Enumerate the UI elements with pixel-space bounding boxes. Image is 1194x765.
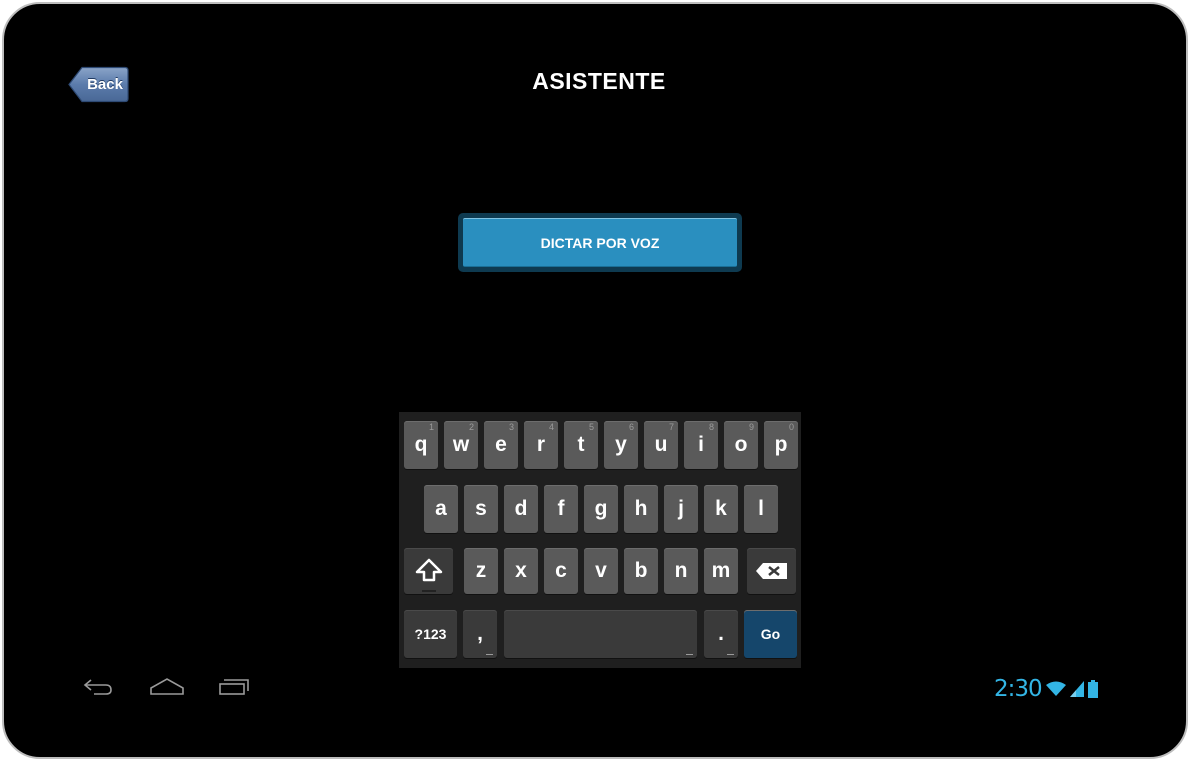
- clock: 2:30: [994, 676, 1043, 702]
- key-h[interactable]: h: [624, 485, 658, 533]
- key-x[interactable]: x: [504, 548, 538, 594]
- key-p-hint: 0: [788, 422, 794, 432]
- space-key[interactable]: [504, 610, 697, 658]
- key-r[interactable]: r4: [524, 421, 558, 469]
- key-v[interactable]: v: [584, 548, 618, 594]
- key-q[interactable]: q1: [404, 421, 438, 469]
- key-c[interactable]: c: [544, 548, 578, 594]
- back-nav-icon: [83, 679, 112, 695]
- key-u[interactable]: u7: [644, 421, 678, 469]
- key-d[interactable]: d: [504, 485, 538, 533]
- go-key[interactable]: Go: [744, 610, 797, 658]
- signal-icon: [1069, 681, 1084, 697]
- key-i-hint: 8: [708, 422, 714, 432]
- battery-icon: [1087, 680, 1098, 698]
- key-g-label: g: [594, 497, 608, 520]
- key-z[interactable]: z: [464, 548, 498, 594]
- dictate-voice-label: DICTAR POR VOZ: [463, 218, 737, 267]
- key-k[interactable]: k: [704, 485, 738, 533]
- key-y[interactable]: y6: [604, 421, 638, 469]
- key-r-hint: 4: [548, 422, 554, 432]
- key-f[interactable]: f: [544, 485, 578, 533]
- key-a-label: a: [435, 497, 447, 520]
- key-y-label: y: [615, 433, 627, 456]
- key-f-label: f: [557, 497, 565, 520]
- dictate-voice-button[interactable]: DICTAR POR VOZ: [458, 213, 742, 272]
- comma-key[interactable]: ,: [463, 610, 497, 658]
- period-key-label: .: [718, 622, 724, 645]
- backspace-icon: [755, 563, 787, 579]
- key-r-label: r: [536, 433, 546, 456]
- key-t-label: t: [577, 433, 585, 456]
- symbols-key[interactable]: ?123: [404, 610, 457, 658]
- key-n[interactable]: n: [664, 548, 698, 594]
- key-w-label: w: [452, 433, 470, 456]
- key-m-label: m: [711, 559, 731, 582]
- shift-icon: [415, 558, 442, 582]
- recent-apps-icon: [219, 679, 249, 695]
- key-l[interactable]: l: [744, 485, 778, 533]
- key-a[interactable]: a: [424, 485, 458, 533]
- wifi-icon: [1045, 681, 1066, 696]
- key-u-hint: 7: [668, 422, 674, 432]
- key-g[interactable]: g: [584, 485, 618, 533]
- key-i-label: i: [698, 433, 704, 456]
- key-c-label: c: [555, 559, 567, 582]
- key-t[interactable]: t5: [564, 421, 598, 469]
- home-nav-button[interactable]: [149, 676, 185, 698]
- key-m[interactable]: m: [704, 548, 738, 594]
- key-v-label: v: [595, 559, 607, 582]
- device-frame: Back ASISTENTE DICTAR POR VOZ ?123 , . G…: [2, 2, 1188, 759]
- key-t-hint: 5: [588, 422, 594, 432]
- key-w-hint: 2: [468, 422, 474, 432]
- key-l-label: l: [758, 497, 764, 520]
- key-q-hint: 1: [428, 422, 434, 432]
- back-nav-button[interactable]: [82, 676, 116, 698]
- key-o-hint: 9: [748, 422, 754, 432]
- backspace-key[interactable]: [747, 548, 796, 594]
- key-h-label: h: [634, 497, 648, 520]
- key-i[interactable]: i8: [684, 421, 718, 469]
- key-j-label: j: [678, 497, 684, 520]
- page-title: ASISTENTE: [532, 68, 666, 94]
- key-x-label: x: [515, 559, 527, 582]
- key-k-label: k: [715, 497, 727, 520]
- period-key[interactable]: .: [704, 610, 738, 658]
- key-s[interactable]: s: [464, 485, 498, 533]
- key-b[interactable]: b: [624, 548, 658, 594]
- recent-apps-button[interactable]: [218, 676, 250, 698]
- key-j[interactable]: j: [664, 485, 698, 533]
- key-w[interactable]: w2: [444, 421, 478, 469]
- status-area[interactable]: 2:30: [994, 676, 1098, 702]
- key-p-label: p: [774, 433, 788, 456]
- key-o-label: o: [734, 433, 748, 456]
- key-d-label: d: [514, 497, 528, 520]
- shift-key[interactable]: [404, 548, 453, 594]
- key-u-label: u: [654, 433, 668, 456]
- key-o[interactable]: o9: [724, 421, 758, 469]
- key-q-label: q: [414, 433, 428, 456]
- key-e-hint: 3: [508, 422, 514, 432]
- soft-keyboard: ?123 , . Go q1w2e3r4t5y6u7i8o9p0asdfghjk…: [399, 412, 801, 668]
- key-e[interactable]: e3: [484, 421, 518, 469]
- comma-key-label: ,: [477, 622, 483, 645]
- key-y-hint: 6: [628, 422, 634, 432]
- key-e-label: e: [495, 433, 507, 456]
- key-z-label: z: [475, 559, 487, 582]
- key-n-label: n: [674, 559, 688, 582]
- key-s-label: s: [475, 497, 487, 520]
- key-b-label: b: [634, 559, 648, 582]
- key-p[interactable]: p0: [764, 421, 798, 469]
- home-nav-icon: [150, 678, 184, 695]
